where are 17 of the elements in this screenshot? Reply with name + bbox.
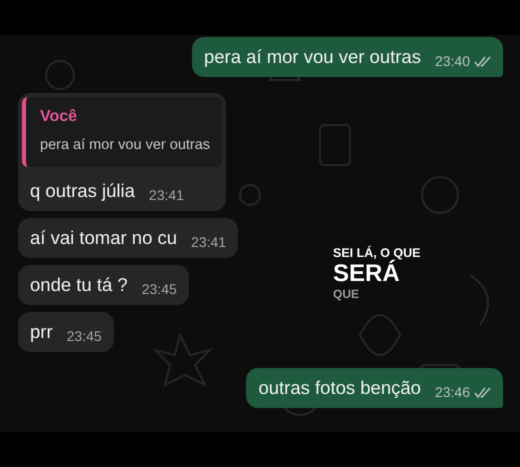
message-text: prr [30, 320, 53, 344]
message-time: 23:41 [148, 186, 184, 205]
message-time: 23:41 [191, 232, 226, 252]
message-time: 23:45 [142, 280, 177, 299]
message-text: onde tu tá ? [30, 272, 128, 297]
message-text: aí vai tomar no cu [30, 226, 178, 250]
message-text: q outras júlia [30, 178, 135, 203]
quote-author: Você [40, 107, 78, 127]
message-text: outras fotos benção [258, 376, 421, 400]
message-time: 23:40 [434, 52, 470, 71]
message-text: pera aí mor vou ver outras [204, 45, 421, 69]
quote-text: pera aí mor vou ver outras [40, 136, 210, 155]
caption-text: SERÁ [333, 262, 401, 286]
caption-text: QUE [333, 288, 360, 300]
message-time: 23:45 [66, 326, 102, 346]
message-time: 23:46 [434, 382, 470, 402]
caption-text: SEI LÁ, O QUE [333, 247, 421, 260]
